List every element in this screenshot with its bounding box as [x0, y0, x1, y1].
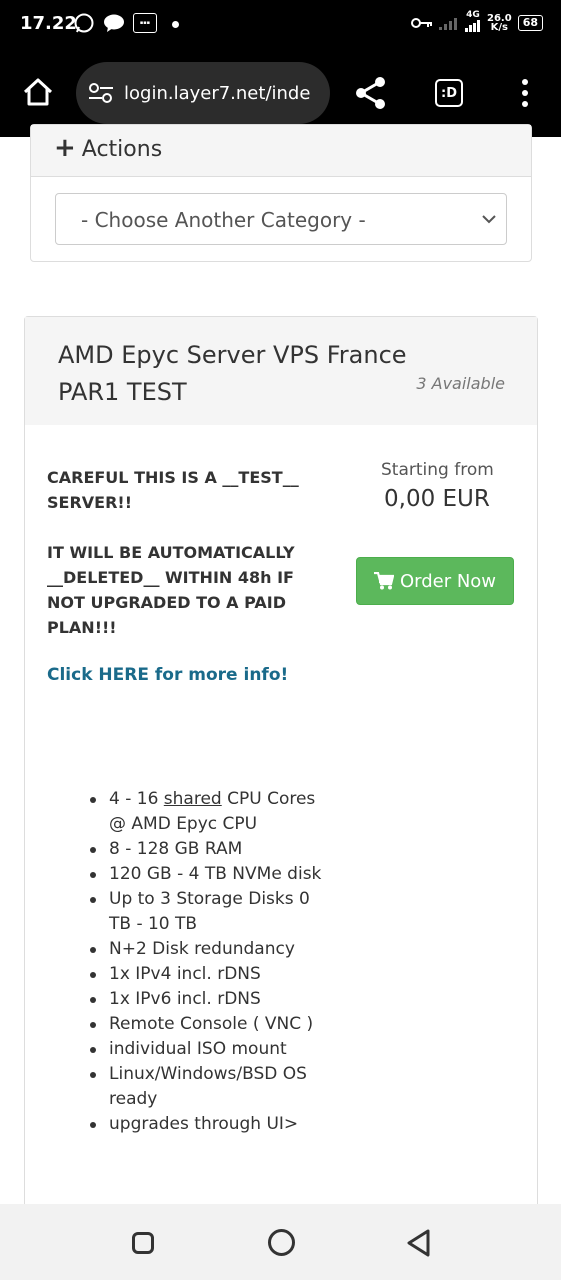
whatsapp-icon	[74, 13, 94, 33]
home-button[interactable]	[268, 1229, 295, 1256]
network-type: 4G	[465, 11, 481, 34]
network-type-label: 4G	[466, 10, 480, 20]
feature-item: 1x IPv6 incl. rDNS	[87, 987, 327, 1012]
actions-title-label: Actions	[81, 137, 163, 162]
battery-indicator: 68	[517, 14, 543, 31]
category-select[interactable]: - Choose Another Category -	[55, 193, 507, 245]
category-select-value: - Choose Another Category -	[81, 208, 366, 232]
network-speed: 26.0 K/s	[487, 13, 512, 33]
chevron-down-icon	[482, 215, 496, 224]
feature-item: 8 - 128 GB RAM	[87, 837, 327, 862]
site-settings-icon[interactable]	[88, 82, 114, 104]
feature-item: 120 GB - 4 TB NVMe disk	[87, 862, 327, 887]
status-bar: 17.22 ▪▪▪ 4G 26.0 K/s 68	[0, 0, 561, 48]
chat-bubble-icon	[104, 14, 124, 32]
feature-abbr: shared	[163, 789, 222, 809]
feature-item: Linux/Windows/BSD OS ready	[87, 1062, 327, 1112]
feature-list: 4 - 16 shared CPU Cores @ AMD Epyc CPU 8…	[87, 787, 327, 1137]
feature-item: N+2 Disk redundancy	[87, 937, 327, 962]
status-notification-icons: ▪▪▪	[73, 12, 157, 34]
feature-item: upgrades through UI>	[87, 1112, 327, 1137]
price-label: Starting from	[381, 460, 494, 480]
feature-item: Up to 3 Storage Disks 0 TB - 10 TB	[87, 887, 327, 937]
system-nav-bar	[0, 1204, 561, 1280]
order-now-label: Order Now	[399, 570, 497, 592]
speed-unit: K/s	[490, 21, 509, 33]
description-line: CAREFUL THIS IS A __TEST__ SERVER!!	[47, 468, 299, 512]
product-panel: AMD Epyc Server VPS France PAR1 TEST 3 A…	[24, 316, 538, 1216]
plus-icon: +	[54, 133, 76, 163]
availability-text: 3 Available	[416, 374, 505, 393]
description-line: IT WILL BE AUTOMATICALLY __DELETED__ WIT…	[47, 543, 295, 637]
app-notification-icon: ▪▪▪	[133, 13, 157, 33]
recent-apps-button[interactable]	[132, 1232, 154, 1254]
more-options-icon[interactable]	[515, 76, 535, 110]
share-icon[interactable]	[354, 76, 388, 110]
actions-header[interactable]: + Actions	[31, 125, 531, 177]
feature-item: 4 - 16 shared CPU Cores @ AMD Epyc CPU	[87, 787, 327, 837]
product-name: AMD Epyc Server VPS France PAR1 TEST	[58, 341, 407, 406]
actions-title[interactable]: + Actions	[54, 133, 162, 163]
back-icon[interactable]	[405, 1228, 433, 1258]
url-text: login.layer7.net/inde	[124, 82, 311, 104]
shopping-cart-icon	[373, 572, 394, 590]
order-now-button[interactable]: Order Now	[356, 557, 514, 605]
product-header: AMD Epyc Server VPS France PAR1 TEST 3 A…	[25, 317, 537, 425]
vpn-key-icon	[411, 17, 432, 28]
status-time: 17.22	[20, 13, 77, 34]
feature-text: 4 - 16	[109, 789, 164, 809]
signal-strong-icon	[465, 20, 480, 32]
feature-item: 1x IPv4 incl. rDNS	[87, 962, 327, 987]
product-description: CAREFUL THIS IS A __TEST__ SERVER!! IT W…	[47, 465, 307, 665]
feature-item: individual ISO mount	[87, 1037, 327, 1062]
signal-weak-icon	[439, 17, 457, 30]
tab-switcher-button[interactable]: :D	[435, 79, 463, 107]
home-icon[interactable]	[22, 76, 54, 108]
actions-panel: + Actions - Choose Another Category -	[30, 124, 532, 262]
status-system-icons: 4G 26.0 K/s 68	[411, 11, 543, 34]
address-bar[interactable]: login.layer7.net/inde	[76, 62, 330, 124]
price-value: 0,00 EUR	[384, 486, 490, 512]
feature-item: Remote Console ( VNC )	[87, 1012, 327, 1037]
more-info-link[interactable]: Click HERE for more info!	[47, 665, 288, 685]
more-notifications-dot	[172, 21, 179, 28]
